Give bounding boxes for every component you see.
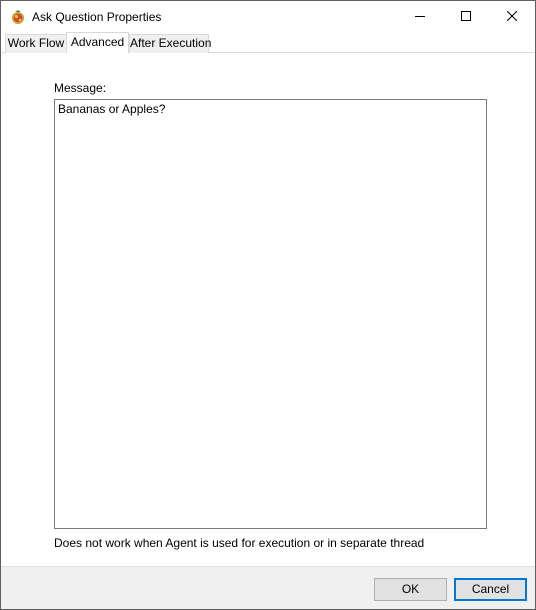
message-label: Message: bbox=[54, 81, 107, 95]
minimize-button[interactable] bbox=[397, 1, 443, 32]
app-logo-icon bbox=[10, 9, 26, 25]
window-title: Ask Question Properties bbox=[32, 10, 162, 24]
close-icon bbox=[507, 11, 517, 21]
tab-advanced[interactable]: Advanced bbox=[66, 32, 129, 53]
minimize-icon bbox=[415, 16, 425, 17]
execution-note: Does not work when Agent is used for exe… bbox=[54, 536, 425, 550]
tab-after-execution[interactable]: After Execution bbox=[129, 34, 211, 53]
dialog-window: Ask Question Properties Work Flow Advanc… bbox=[0, 0, 536, 610]
close-button[interactable] bbox=[489, 1, 535, 32]
title-bar[interactable]: Ask Question Properties bbox=[1, 1, 535, 32]
message-textarea[interactable]: Bananas or Apples? bbox=[54, 99, 487, 529]
tab-work-flow[interactable]: Work Flow bbox=[5, 34, 67, 53]
ok-button[interactable]: OK bbox=[374, 578, 447, 601]
maximize-icon bbox=[461, 11, 471, 21]
maximize-button[interactable] bbox=[443, 1, 489, 32]
cancel-button[interactable]: Cancel bbox=[454, 578, 527, 601]
